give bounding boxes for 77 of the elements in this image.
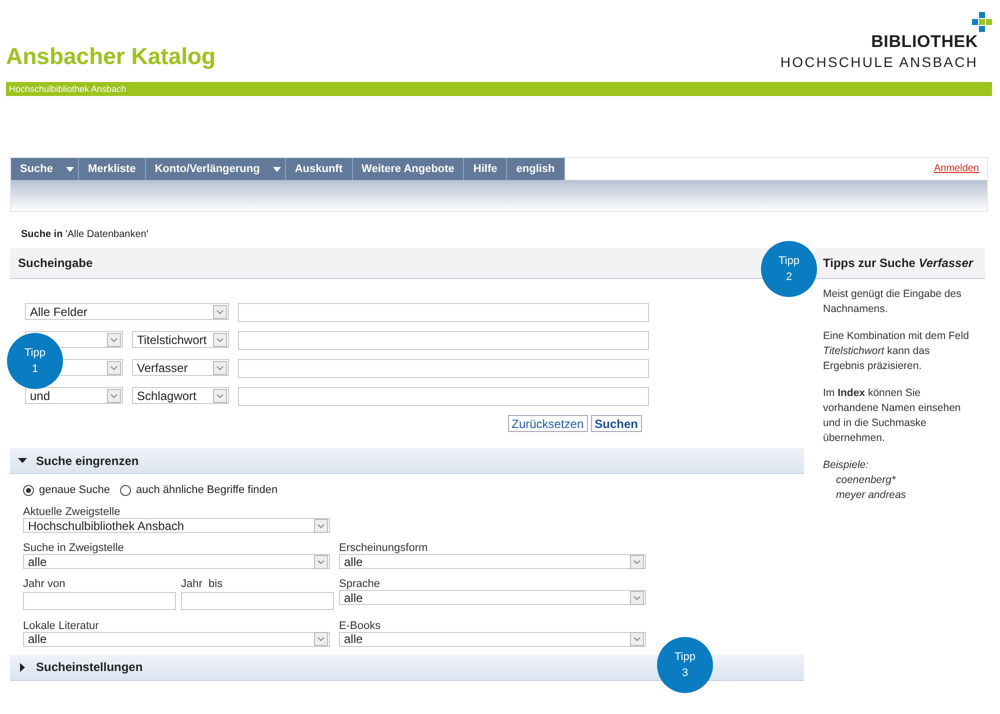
filter-dropdown[interactable]: alle — [23, 632, 330, 646]
tipp-tooltip: Tipp 1 — [7, 333, 63, 389]
triangle-icon — [18, 456, 27, 465]
filter-dropdown[interactable]: alle — [339, 554, 646, 569]
example-text: meyer andreas — [835, 488, 908, 503]
radio-button[interactable] — [120, 484, 131, 496]
field-label: Sprache — [339, 578, 381, 590]
library-banner: Hochschulbibliothek Ansbach — [6, 82, 992, 96]
dropdown-toggle[interactable] — [62, 158, 80, 180]
form-button[interactable]: Suchen — [590, 415, 642, 432]
search-scope: Suche in 'Alle Datenbanken' — [21, 229, 150, 240]
logo-squares-icon — [972, 12, 992, 32]
nav-tab[interactable]: english — [507, 158, 565, 180]
login-link[interactable]: Anmelden — [934, 158, 987, 180]
field-label: Erscheinungsform — [339, 542, 429, 554]
caret-icon — [314, 554, 328, 568]
field-label: E-Books — [339, 620, 382, 632]
form-button[interactable]: Zurücksetzen — [508, 415, 588, 432]
catalog-title: Ansbacher Katalog — [6, 43, 216, 71]
field-label: Jahr bis — [181, 578, 224, 590]
logo-subtitle: HOCHSCHULE ANSBACH — [780, 54, 978, 70]
field-label: Lokale Literatur — [23, 620, 100, 632]
caret-icon — [213, 332, 227, 346]
nav-tab[interactable]: Merkliste — [79, 158, 146, 180]
tip-text: Im Index können Sie vorhandene Namen einsehen und in die Suchmaske übernehmen. — [823, 386, 962, 446]
caret-icon — [213, 388, 227, 402]
caret-icon — [107, 388, 121, 402]
caret-icon — [107, 332, 121, 346]
section-title: Suche eingrenzen — [36, 454, 139, 468]
radio-label: auch ähnliche Begriffe finden — [136, 484, 278, 496]
nav-tab[interactable]: Auskunft — [286, 158, 353, 180]
caret-icon — [314, 632, 328, 646]
nav-tab[interactable]: Konto/Verlängerung — [146, 158, 270, 180]
field-label: Aktuelle Zweigstelle — [23, 506, 122, 518]
year-input[interactable] — [181, 592, 334, 610]
radio-button[interactable] — [23, 484, 34, 496]
operator-dropdown[interactable]: und — [25, 387, 123, 404]
year-input[interactable] — [23, 592, 176, 610]
caret-icon — [314, 518, 328, 532]
search-input[interactable] — [238, 331, 649, 350]
caret-icon — [213, 304, 227, 318]
caret-icon — [107, 360, 121, 374]
search-input[interactable] — [238, 359, 649, 378]
caret-icon — [213, 360, 227, 374]
example-text: coenenberg* — [835, 473, 897, 488]
search-input[interactable] — [238, 303, 649, 322]
nav-tab[interactable]: Suche — [11, 158, 64, 180]
dropdown-toggle[interactable] — [268, 158, 286, 180]
filter-dropdown[interactable]: alle — [339, 632, 646, 646]
tipp-tooltip: Tipp 3 — [657, 637, 713, 693]
tip-text: Eine Kombination mit dem Feld Titelstichwort kann das Ergebnis präzisieren. — [823, 329, 970, 374]
collapsible-header[interactable]: Suche eingrenzen — [10, 448, 804, 474]
logo-name: BIBLIOTHEK — [871, 32, 978, 52]
caret-icon — [630, 632, 644, 646]
tip-text: Meist genügt die Eingabe des Nachnamens. — [823, 287, 962, 317]
examples-label: Beispiele: — [823, 458, 870, 473]
caret-icon — [630, 590, 644, 604]
filter-dropdown[interactable]: alle — [339, 590, 646, 605]
nav-tab[interactable]: Hilfe — [464, 158, 508, 180]
branch-dropdown[interactable]: Hochschulbibliothek Ansbach — [23, 518, 330, 533]
caret-icon — [66, 166, 74, 172]
tipp-tooltip: Tipp 2 — [761, 241, 817, 297]
field-dropdown[interactable]: Schlagwort — [132, 387, 229, 404]
caret-icon — [630, 554, 644, 568]
sidebar-header: Tipps zur Suche Verfasser — [815, 248, 985, 279]
field-label: Jahr von — [23, 578, 66, 590]
field-dropdown[interactable]: Alle Felder — [25, 303, 229, 320]
caret-icon — [272, 166, 281, 172]
field-dropdown[interactable]: Verfasser — [132, 359, 229, 376]
field-label: Suche in Zweigstelle — [23, 542, 125, 554]
filter-dropdown[interactable]: alle — [23, 554, 330, 569]
search-input[interactable] — [238, 387, 649, 406]
nav-tab[interactable]: Weitere Angebote — [352, 158, 464, 180]
triangle-icon — [18, 662, 27, 672]
radio-label: genaue Suche — [39, 484, 110, 496]
field-dropdown[interactable]: Titelstichwort — [132, 331, 229, 348]
section-title: Sucheinstellungen — [36, 660, 143, 674]
